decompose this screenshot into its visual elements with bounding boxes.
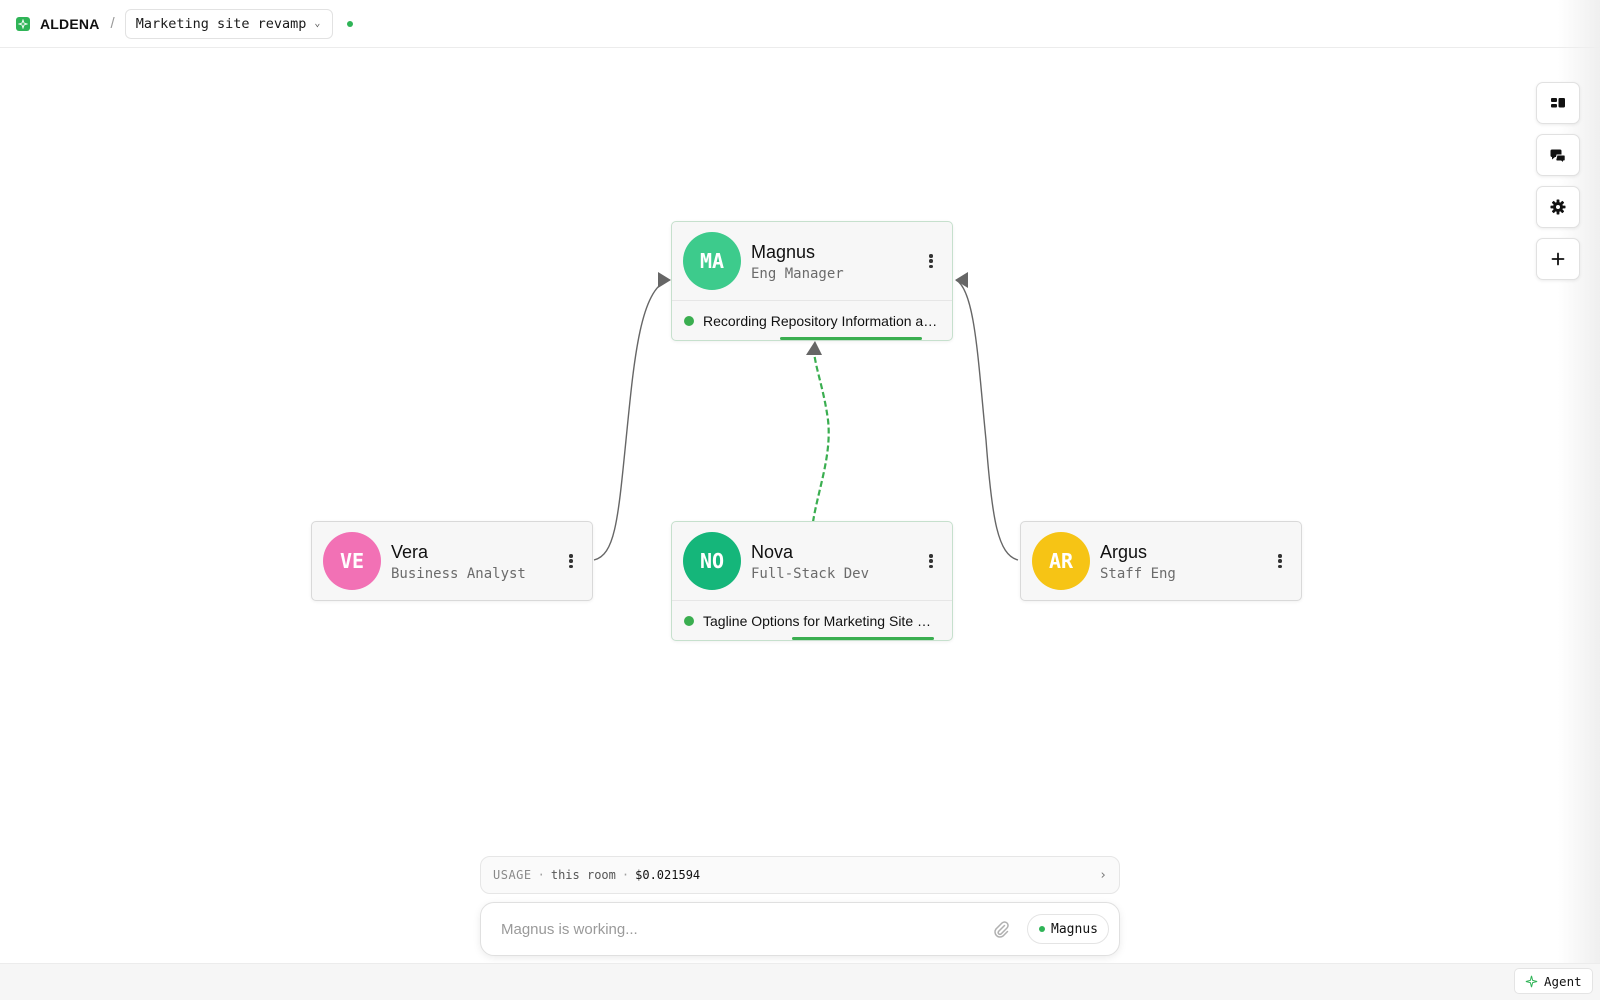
- agent-card-magnus[interactable]: MA Magnus Eng Manager Recording Reposito…: [671, 221, 953, 341]
- more-vertical-icon[interactable]: [568, 552, 574, 570]
- task-title: Recording Repository Information and Des…: [703, 312, 939, 329]
- recipient-status-dot: [1039, 926, 1046, 932]
- agent-name: Nova: [751, 541, 794, 562]
- paperclip-icon[interactable]: [991, 919, 1011, 939]
- gear-icon: [1550, 199, 1566, 215]
- project-name: Marketing site revamp: [135, 15, 307, 32]
- agent-mode-button[interactable]: Agent: [1514, 968, 1593, 994]
- task-progress-bar: [780, 337, 922, 340]
- message-composer: Magnus: [480, 902, 1120, 956]
- chat-button[interactable]: [1536, 134, 1580, 176]
- usage-bar[interactable]: USAGE · this room · $0.021594 ›: [480, 856, 1120, 894]
- top-bar: ALDENA / Marketing site revamp ⌄: [0, 0, 1600, 48]
- live-status-dot: [347, 20, 354, 27]
- usage-label: USAGE: [493, 868, 532, 882]
- agent-role: Staff Eng: [1100, 565, 1176, 582]
- agent-role: Business Analyst: [391, 565, 526, 582]
- agent-canvas[interactable]: [0, 48, 1600, 948]
- brand-name[interactable]: ALDENA: [40, 16, 100, 32]
- agent-sparkle-icon: [1525, 975, 1538, 987]
- chevron-down-icon: ⌄: [314, 18, 321, 29]
- chevron-right-icon: ›: [1099, 867, 1107, 883]
- message-input[interactable]: [501, 920, 992, 938]
- agent-role: Full-Stack Dev: [751, 565, 870, 582]
- agent-name: Argus: [1100, 541, 1148, 562]
- project-selector[interactable]: Marketing site revamp ⌄: [124, 8, 334, 39]
- task-progress-bar: [792, 637, 934, 640]
- settings-button[interactable]: [1536, 186, 1580, 228]
- task-title: Tagline Options for Marketing Site Hero: [703, 612, 939, 629]
- task-status-dot: [684, 315, 694, 326]
- agent-name: Vera: [391, 541, 429, 562]
- status-bar: [0, 963, 1600, 1000]
- agent-name: Magnus: [751, 241, 816, 262]
- right-toolbar: [1536, 82, 1580, 280]
- agent-card-nova[interactable]: NO Nova Full-Stack Dev Tagline Options f…: [671, 521, 953, 641]
- breadcrumb-separator: /: [110, 15, 115, 32]
- avatar: NO: [683, 532, 741, 590]
- chat-icon: [1550, 149, 1566, 164]
- usage-separator: ·: [537, 868, 545, 882]
- agent-card-vera[interactable]: VE Vera Business Analyst: [311, 521, 593, 601]
- usage-separator: ·: [621, 868, 630, 882]
- add-button[interactable]: [1536, 238, 1580, 280]
- agent-task[interactable]: Tagline Options for Marketing Site Hero: [672, 600, 952, 640]
- task-status-dot: [684, 615, 694, 626]
- usage-scope: this room: [550, 868, 616, 882]
- more-vertical-icon[interactable]: [1277, 552, 1283, 570]
- avatar: VE: [323, 532, 381, 590]
- usage-cost: $0.021594: [635, 868, 701, 882]
- agent-mode-label: Agent: [1544, 973, 1582, 989]
- recipient-chip[interactable]: Magnus: [1027, 914, 1109, 944]
- agent-task[interactable]: Recording Repository Information and Des…: [672, 300, 952, 340]
- aldena-logo-icon: [16, 16, 30, 31]
- more-vertical-icon[interactable]: [928, 252, 934, 270]
- layout-button[interactable]: [1536, 82, 1580, 124]
- plus-icon: [1551, 252, 1565, 266]
- agent-role: Eng Manager: [751, 265, 844, 282]
- agent-card-argus[interactable]: AR Argus Staff Eng: [1020, 521, 1302, 601]
- recipient-name: Magnus: [1051, 921, 1098, 937]
- avatar: AR: [1032, 532, 1090, 590]
- layout-icon: [1551, 98, 1565, 108]
- avatar: MA: [683, 232, 741, 290]
- more-vertical-icon[interactable]: [928, 552, 934, 570]
